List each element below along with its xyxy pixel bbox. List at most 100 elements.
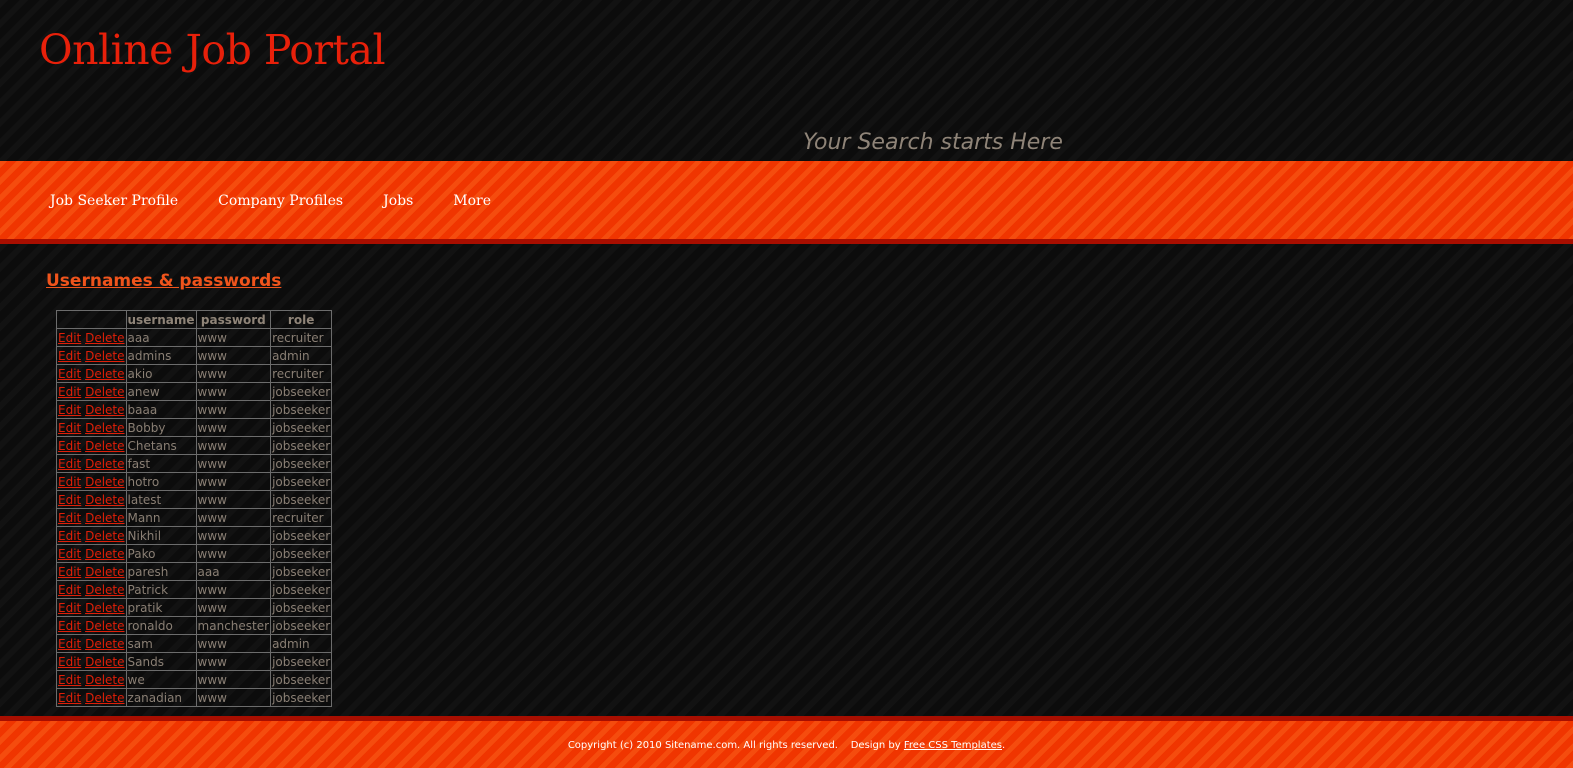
- cell-username: sam: [125, 634, 197, 653]
- cell-role: jobseeker: [270, 688, 333, 707]
- cell-username: baaa: [125, 400, 197, 419]
- menu-link-more[interactable]: More: [433, 161, 511, 241]
- main-menu: Job Seeker Profile Company Profiles Jobs…: [30, 161, 511, 241]
- table-row: Edit Delete hotro www jobseeker: [56, 472, 333, 491]
- edit-link[interactable]: Edit: [58, 547, 81, 561]
- users-table: username password role Edit Delete aaa www…: [56, 310, 333, 707]
- edit-link[interactable]: Edit: [58, 583, 81, 597]
- edit-link[interactable]: Edit: [58, 349, 81, 363]
- table-row: Edit Delete akio www recruiter: [56, 364, 333, 383]
- table-row: Edit Delete zanadian www jobseeker: [56, 688, 333, 707]
- cell-role: jobseeker: [270, 652, 333, 671]
- edit-link[interactable]: Edit: [58, 637, 81, 651]
- cell-password: www: [195, 436, 272, 455]
- edit-link[interactable]: Edit: [58, 331, 81, 345]
- row-actions-cell: Edit Delete: [56, 400, 127, 419]
- cell-username: Chetans: [125, 436, 197, 455]
- cell-username: akio: [125, 364, 197, 383]
- row-actions-cell: Edit Delete: [56, 436, 127, 455]
- row-actions-cell: Edit Delete: [56, 454, 127, 473]
- delete-link[interactable]: Delete: [85, 547, 124, 561]
- page-heading: Usernames & passwords: [46, 271, 282, 291]
- delete-link[interactable]: Delete: [85, 673, 124, 687]
- delete-link[interactable]: Delete: [85, 331, 124, 345]
- table-row: Edit Delete Nikhil www jobseeker: [56, 526, 333, 545]
- edit-link[interactable]: Edit: [58, 619, 81, 633]
- edit-link[interactable]: Edit: [58, 601, 81, 615]
- column-header-username: username: [125, 310, 197, 329]
- delete-link[interactable]: Delete: [85, 403, 124, 417]
- delete-link[interactable]: Delete: [85, 691, 124, 705]
- delete-link[interactable]: Delete: [85, 421, 124, 435]
- edit-link[interactable]: Edit: [58, 439, 81, 453]
- delete-link[interactable]: Delete: [85, 367, 124, 381]
- menu-link-job-seeker-profile[interactable]: Job Seeker Profile: [30, 161, 198, 241]
- cell-role: jobseeker: [270, 418, 333, 437]
- delete-link[interactable]: Delete: [85, 565, 124, 579]
- row-actions-cell: Edit Delete: [56, 382, 127, 401]
- edit-link[interactable]: Edit: [58, 673, 81, 687]
- delete-link[interactable]: Delete: [85, 601, 124, 615]
- table-row: Edit Delete admins www admin: [56, 346, 333, 365]
- edit-link[interactable]: Edit: [58, 691, 81, 705]
- cell-username: Patrick: [125, 580, 197, 599]
- footer-design-link[interactable]: Free CSS Templates: [904, 740, 1002, 751]
- edit-link[interactable]: Edit: [58, 511, 81, 525]
- cell-password: www: [195, 688, 272, 707]
- menu-link-company-profiles[interactable]: Company Profiles: [198, 161, 363, 241]
- row-actions-cell: Edit Delete: [56, 490, 127, 509]
- cell-username: we: [125, 670, 197, 689]
- cell-username: Sands: [125, 652, 197, 671]
- delete-link[interactable]: Delete: [85, 475, 124, 489]
- edit-link[interactable]: Edit: [58, 529, 81, 543]
- column-header-actions: [56, 310, 127, 329]
- table-header-row: username password role: [56, 310, 333, 329]
- delete-link[interactable]: Delete: [85, 385, 124, 399]
- delete-link[interactable]: Delete: [85, 655, 124, 669]
- edit-link[interactable]: Edit: [58, 565, 81, 579]
- delete-link[interactable]: Delete: [85, 457, 124, 471]
- menu-item-more: More: [433, 161, 511, 241]
- delete-link[interactable]: Delete: [85, 637, 124, 651]
- edit-link[interactable]: Edit: [58, 385, 81, 399]
- edit-link[interactable]: Edit: [58, 421, 81, 435]
- delete-link[interactable]: Delete: [85, 529, 124, 543]
- table-row: Edit Delete ronaldo manchester jobseeker: [56, 616, 333, 635]
- table-row: Edit Delete baaa www jobseeker: [56, 400, 333, 419]
- row-actions-cell: Edit Delete: [56, 472, 127, 491]
- cell-username: hotro: [125, 472, 197, 491]
- table-row: Edit Delete latest www jobseeker: [56, 490, 333, 509]
- delete-link[interactable]: Delete: [85, 493, 124, 507]
- delete-link[interactable]: Delete: [85, 349, 124, 363]
- edit-link[interactable]: Edit: [58, 457, 81, 471]
- row-actions-cell: Edit Delete: [56, 418, 127, 437]
- column-header-password: password: [195, 310, 272, 329]
- main-menu-bar: Job Seeker Profile Company Profiles Jobs…: [0, 161, 1573, 241]
- cell-role: recruiter: [270, 508, 333, 527]
- delete-link[interactable]: Delete: [85, 511, 124, 525]
- table-row: Edit Delete Chetans www jobseeker: [56, 436, 333, 455]
- row-actions-cell: Edit Delete: [56, 544, 127, 563]
- cell-role: jobseeker: [270, 580, 333, 599]
- edit-link[interactable]: Edit: [58, 367, 81, 381]
- footer-design-suffix: .: [1002, 740, 1006, 751]
- menu-item-company-profiles: Company Profiles: [198, 161, 363, 241]
- delete-link[interactable]: Delete: [85, 583, 124, 597]
- edit-link[interactable]: Edit: [58, 403, 81, 417]
- menu-link-jobs[interactable]: Jobs: [363, 161, 433, 241]
- edit-link[interactable]: Edit: [58, 475, 81, 489]
- edit-link[interactable]: Edit: [58, 655, 81, 669]
- cell-username: admins: [125, 346, 197, 365]
- table-row: Edit Delete Sands www jobseeker: [56, 652, 333, 671]
- cell-role: jobseeker: [270, 544, 333, 563]
- cell-password: www: [195, 346, 272, 365]
- cell-role: jobseeker: [270, 472, 333, 491]
- delete-link[interactable]: Delete: [85, 619, 124, 633]
- cell-role: jobseeker: [270, 454, 333, 473]
- edit-link[interactable]: Edit: [58, 493, 81, 507]
- table-row: Edit Delete fast www jobseeker: [56, 454, 333, 473]
- delete-link[interactable]: Delete: [85, 439, 124, 453]
- table-row: Edit Delete aaa www recruiter: [56, 328, 333, 347]
- cell-password: manchester: [195, 616, 272, 635]
- table-row: Edit Delete Mann www recruiter: [56, 508, 333, 527]
